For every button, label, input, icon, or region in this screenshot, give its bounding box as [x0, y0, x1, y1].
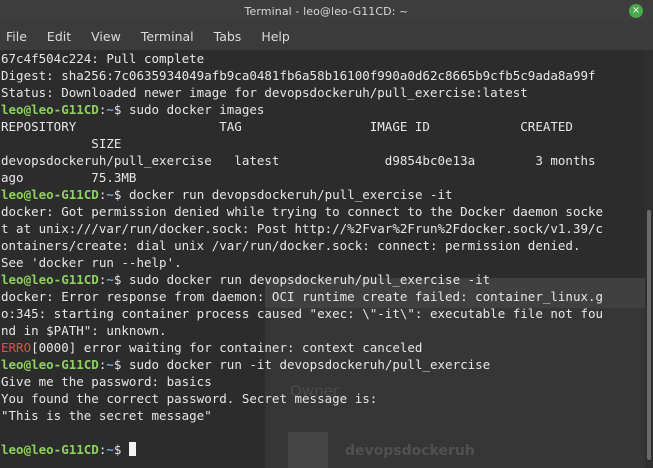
- terminal-line: Give me the password: basics: [1, 373, 603, 390]
- output-text: Give me the password: basics: [1, 374, 212, 389]
- window-title: Terminal - leo@leo-G11CD: ~: [244, 4, 409, 18]
- prompt-path: ~: [106, 357, 114, 372]
- terminal-line: leo@leo-G11CD:~$ sudo docker images: [1, 101, 603, 118]
- terminal-line: leo@leo-G11CD:~$ sudo docker run devopsd…: [1, 271, 603, 288]
- output-text: docker: Got permission denied while tryi…: [1, 204, 604, 219]
- prompt-path: ~: [106, 272, 114, 287]
- window-titlebar[interactable]: Terminal - leo@leo-G11CD: ~ ×: [0, 0, 653, 22]
- prompt-symbol: $: [113, 442, 129, 457]
- terminal-line: docker: Got permission denied while tryi…: [1, 203, 603, 220]
- prompt-user: leo@leo-G11CD: [1, 272, 99, 287]
- prompt-user: leo@leo-G11CD: [1, 187, 99, 202]
- command-text: sudo docker run devopsdockeruh/pull_exer…: [128, 272, 491, 287]
- prompt-path: ~: [106, 442, 114, 457]
- prompt-symbol: $: [113, 357, 129, 372]
- terminal-line: ERRO[0000] error waiting for container: …: [1, 339, 603, 356]
- output-text: devopsdockeruh/pull_exercise latest d985…: [1, 153, 596, 168]
- scrollbar-thumb[interactable]: [647, 210, 651, 460]
- terminal-line: ontainers/create: dial unix /var/run/doc…: [1, 237, 603, 254]
- menu-edit[interactable]: Edit: [37, 29, 81, 44]
- menu-bar: File Edit View Terminal Tabs Help: [0, 22, 653, 50]
- terminal-line: REPOSITORY TAG IMAGE ID CREATED: [1, 118, 603, 135]
- menu-tabs[interactable]: Tabs: [204, 29, 252, 44]
- terminal-line: 67c4f504c224: Pull complete: [1, 50, 603, 67]
- output-text: See 'docker run --help'.: [1, 255, 182, 270]
- terminal-output: 67c4f504c224: Pull complete Digest: sha25…: [1, 50, 603, 458]
- output-text: t at unix:///var/run/docker.sock: Post h…: [1, 221, 604, 236]
- output-text: nd in $PATH": unknown.: [1, 323, 167, 338]
- output-text: "This is the secret message": [1, 408, 212, 423]
- terminal-area[interactable]: Owner devopsdockeruh 67c4f504c224: Pull …: [0, 50, 645, 468]
- terminal-line: leo@leo-G11CD:~$: [1, 441, 603, 458]
- menu-terminal[interactable]: Terminal: [131, 29, 204, 44]
- terminal-line: devopsdockeruh/pull_exercise latest d985…: [1, 152, 603, 169]
- prompt-user: leo@leo-G11CD: [1, 357, 99, 372]
- output-text: ontainers/create: dial unix /var/run/doc…: [1, 238, 581, 253]
- prompt-user: leo@leo-G11CD: [1, 442, 99, 457]
- terminal-line: "This is the secret message": [1, 407, 603, 424]
- output-text: docker: Error response from daemon: OCI …: [1, 289, 604, 304]
- output-text: REPOSITORY TAG IMAGE ID CREATED: [1, 119, 573, 134]
- menu-view[interactable]: View: [81, 29, 131, 44]
- terminal-line: Status: Downloaded newer image for devop…: [1, 84, 603, 101]
- command-text: sudo docker run -it devopsdockeruh/pull_…: [128, 357, 491, 372]
- output-text: ago 75.3MB: [1, 170, 137, 185]
- terminal-scrollbar[interactable]: [645, 50, 653, 468]
- command-text: docker run devopsdockeruh/pull_exercise …: [128, 187, 453, 202]
- terminal-line: See 'docker run --help'.: [1, 254, 603, 271]
- terminal-line: nd in $PATH": unknown.: [1, 322, 603, 339]
- command-text: sudo docker images: [128, 102, 265, 117]
- terminal-line: leo@leo-G11CD:~$ sudo docker run -it dev…: [1, 356, 603, 373]
- terminal-line: o:345: starting container process caused…: [1, 305, 603, 322]
- output-text: Status: Downloaded newer image for devop…: [1, 85, 528, 100]
- output-text: Digest: sha256:7c0635934049afb9ca0481fb6…: [1, 68, 596, 83]
- terminal-line: docker: Error response from daemon: OCI …: [1, 288, 603, 305]
- terminal-line: Digest: sha256:7c0635934049afb9ca0481fb6…: [1, 67, 603, 84]
- output-text: o:345: starting container process caused…: [1, 306, 604, 321]
- terminal-line: ago 75.3MB: [1, 169, 603, 186]
- prompt-symbol: $: [113, 272, 129, 287]
- prompt-user: leo@leo-G11CD: [1, 102, 99, 117]
- output-text: [0000] error waiting for container: cont…: [31, 340, 423, 355]
- terminal-line: You found the correct password. Secret m…: [1, 390, 603, 407]
- prompt-path: ~: [106, 187, 114, 202]
- close-icon[interactable]: ×: [629, 4, 643, 18]
- menu-help[interactable]: Help: [251, 29, 300, 44]
- menu-file[interactable]: File: [0, 29, 37, 44]
- terminal-line: t at unix:///var/run/docker.sock: Post h…: [1, 220, 603, 237]
- error-tag: ERRO: [1, 340, 32, 355]
- terminal-line: leo@leo-G11CD:~$ docker run devopsdocker…: [1, 186, 603, 203]
- output-text: SIZE: [1, 136, 122, 151]
- output-text: You found the correct password. Secret m…: [1, 391, 378, 406]
- prompt-symbol: $: [113, 102, 129, 117]
- prompt-path: ~: [106, 102, 114, 117]
- prompt-symbol: $: [113, 187, 129, 202]
- output-text: 67c4f504c224: Pull complete: [1, 51, 205, 66]
- terminal-cursor: [128, 442, 136, 456]
- terminal-line: SIZE: [1, 135, 603, 152]
